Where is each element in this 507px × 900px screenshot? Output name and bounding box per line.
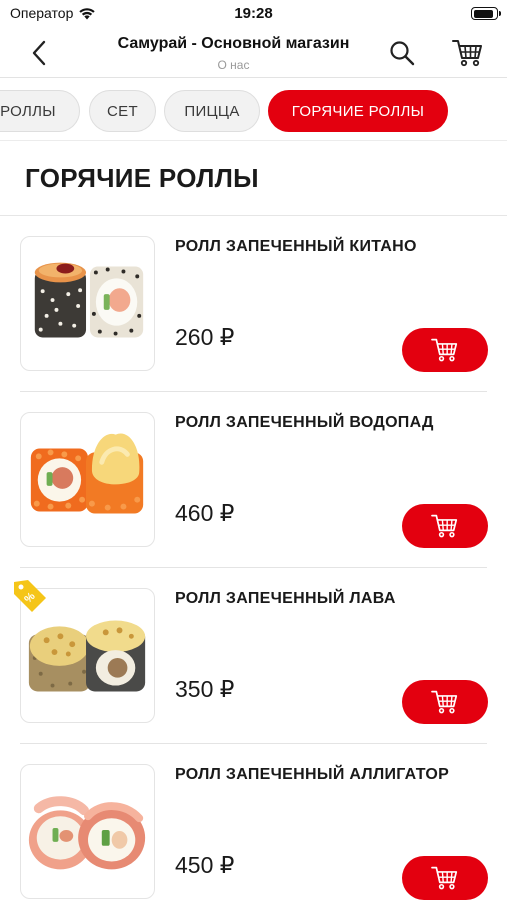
product-card[interactable]: РОЛЛ ЗАПЕЧЕННЫЙ КИТАНО 260 ₽ (0, 216, 507, 392)
roll-image (30, 433, 144, 514)
product-name[interactable]: РОЛЛ ЗАПЕЧЕННЫЙ АЛЛИГАТОР (175, 766, 493, 784)
tab-set[interactable]: СЕТ (89, 90, 156, 132)
product-image[interactable] (20, 764, 155, 899)
add-to-cart-button[interactable] (402, 504, 488, 548)
product-image[interactable] (20, 236, 155, 371)
shopping-cart-icon (431, 514, 458, 538)
product-price: 260 ₽ (175, 324, 235, 350)
product-name[interactable]: РОЛЛ ЗАПЕЧЕННЫЙ ЛАВА (175, 590, 493, 608)
status-time: 19:28 (234, 5, 273, 22)
product-card[interactable]: РОЛЛ ЗАПЕЧЕННЫЙ АЛЛИГАТОР 450 ₽ (0, 744, 507, 900)
add-to-cart-button[interactable] (402, 680, 488, 724)
search-button[interactable] (389, 40, 415, 66)
shopping-cart-icon (431, 690, 458, 714)
product-card[interactable]: % РОЛЛ ЗАПЕЧЕННЫЙ ЛАВА 350 ₽ (0, 568, 507, 744)
battery-level (473, 9, 494, 18)
product-name[interactable]: РОЛЛ ЗАПЕЧЕННЫЙ ВОДОПАД (175, 414, 493, 432)
chevron-left-icon (32, 40, 46, 66)
search-icon (390, 41, 415, 66)
status-bar: Оператор 19:28 (0, 0, 507, 28)
add-to-cart-button[interactable] (402, 856, 488, 900)
product-card[interactable]: РОЛЛ ЗАПЕЧЕННЫЙ ВОДОПАД 460 ₽ (0, 392, 507, 568)
cart-button[interactable] (452, 38, 484, 68)
category-tabs: РОЛЛЫ СЕТ ПИЦЦА ГОРЯЧИЕ РОЛЛЫ (0, 79, 507, 141)
about-link[interactable]: О нас (90, 58, 377, 72)
product-price: 350 ₽ (175, 676, 235, 702)
roll-image (28, 796, 146, 870)
tab-rolls[interactable]: РОЛЛЫ (0, 90, 80, 132)
shopping-cart-icon (431, 866, 458, 890)
back-button[interactable] (26, 38, 52, 68)
product-name[interactable]: РОЛЛ ЗАПЕЧЕННЫЙ КИТАНО (175, 238, 493, 256)
shopping-cart-icon (431, 338, 458, 362)
shopping-cart-icon (452, 40, 482, 67)
section-title: ГОРЯЧИЕ РОЛЛЫ (25, 163, 259, 193)
tab-hot-rolls[interactable]: ГОРЯЧИЕ РОЛЛЫ (268, 90, 448, 132)
product-image[interactable] (20, 412, 155, 547)
product-price: 450 ₽ (175, 852, 235, 878)
add-to-cart-button[interactable] (402, 328, 488, 372)
page-title: Самурай - Основной магазин (117, 35, 350, 52)
navigation-bar: Самурай - Основной магазин О нас (0, 28, 507, 78)
product-price: 460 ₽ (175, 500, 235, 526)
roll-image (34, 262, 144, 338)
battery-icon (471, 7, 501, 20)
tab-pizza[interactable]: ПИЦЦА (164, 90, 260, 132)
